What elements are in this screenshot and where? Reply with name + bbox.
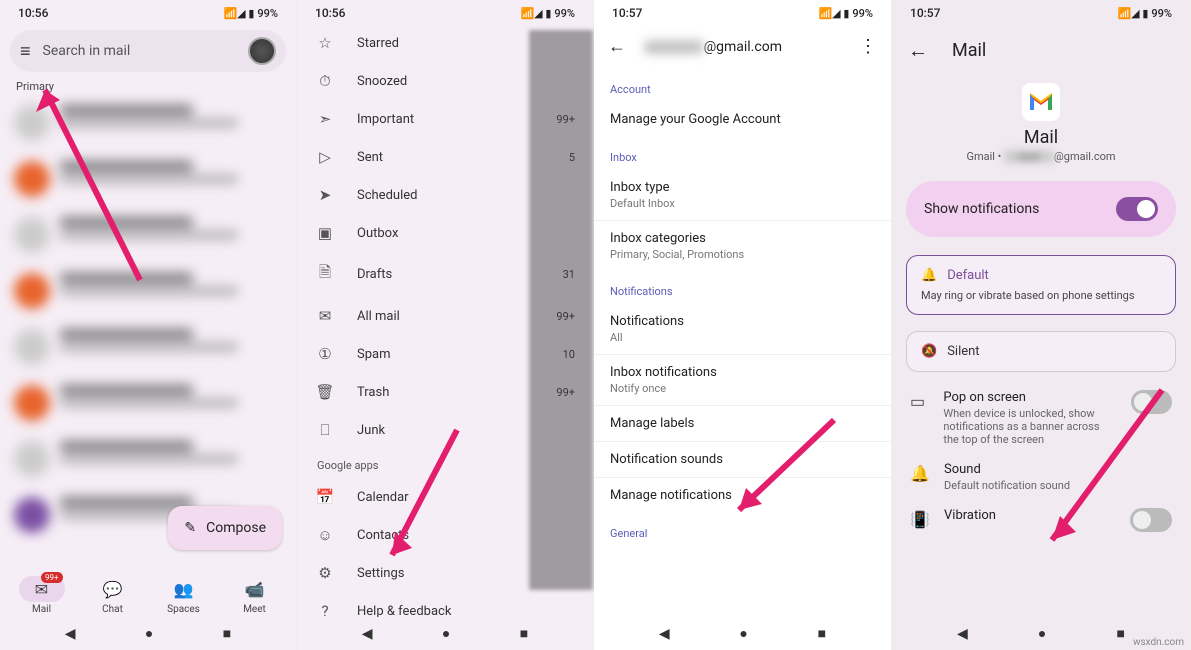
nav-back-icon[interactable]: ◀ xyxy=(659,626,670,642)
status-bar: 10:56 📶◢ ▮99% xyxy=(0,0,296,24)
annotation-arrow xyxy=(724,410,844,530)
drawer-scrim xyxy=(529,30,593,590)
mail-list[interactable] xyxy=(0,95,296,572)
gear-icon: ⚙ xyxy=(315,564,335,582)
card-default[interactable]: 🔔Default May ring or vibrate based on ph… xyxy=(906,255,1176,315)
important-icon: ➣ xyxy=(315,110,335,128)
annotation-arrow xyxy=(377,420,467,580)
section-notifications: Notifications xyxy=(594,271,891,304)
allmail-icon: ✉ xyxy=(315,307,335,325)
scheduled-icon: ➤ xyxy=(315,186,335,204)
calendar-icon: 📅 xyxy=(315,488,335,506)
bottom-nav: ✉99+ Mail 💬Chat 👥Spaces 📹Meet xyxy=(0,572,296,617)
tab-mail[interactable]: ✉99+ Mail xyxy=(19,576,65,615)
nav-recent-icon[interactable]: ■ xyxy=(1116,625,1124,642)
hamburger-icon[interactable]: ≡ xyxy=(20,41,31,62)
sent-icon: ▷ xyxy=(315,148,335,166)
vibration-icon: 📳 xyxy=(910,510,930,529)
nav-recent-icon[interactable]: ■ xyxy=(520,625,528,642)
outbox-icon: ▣ xyxy=(315,224,335,242)
clock-icon: ⏱ xyxy=(315,72,335,90)
android-nav: ◀ ● ■ xyxy=(594,617,891,650)
card-silent[interactable]: 🔕Silent xyxy=(906,331,1176,372)
nav-back-icon[interactable]: ◀ xyxy=(65,626,76,642)
nav-home-icon[interactable]: ● xyxy=(739,625,747,642)
back-arrow-icon[interactable]: ← xyxy=(908,38,928,63)
trash-icon: 🗑 xyxy=(315,383,335,401)
email-domain: @gmail.com xyxy=(704,39,782,55)
nav-home-icon[interactable]: ● xyxy=(1038,625,1046,642)
nav-back-icon[interactable]: ◀ xyxy=(362,626,373,642)
row-inbox-type[interactable]: Inbox typeDefault Inbox xyxy=(594,170,891,220)
star-icon: ☆ xyxy=(315,34,335,52)
android-nav: ◀ ● ■ xyxy=(297,617,593,650)
row-inbox-categories[interactable]: Inbox categoriesPrimary, Social, Promoti… xyxy=(594,220,891,271)
nav-home-icon[interactable]: ● xyxy=(442,625,450,642)
section-account: Account xyxy=(594,69,891,102)
notif-header: ← Mail xyxy=(892,24,1190,77)
android-nav: ◀ ● ■ xyxy=(0,617,296,650)
tab-chat[interactable]: 💬Chat xyxy=(90,576,136,615)
status-bar: 10:57 📶◢ ▮99% xyxy=(892,0,1190,24)
email-redacted: xxxxxxxx xyxy=(644,39,704,55)
nav-back-icon[interactable]: ◀ xyxy=(957,626,968,642)
nav-recent-icon[interactable]: ■ xyxy=(818,625,826,642)
drafts-icon: 🗎 xyxy=(315,262,335,287)
contacts-icon: ☺ xyxy=(315,526,335,544)
back-arrow-icon[interactable]: ← xyxy=(608,36,626,57)
row-show-notifications[interactable]: Show notifications xyxy=(906,181,1176,237)
nav-recent-icon[interactable]: ■ xyxy=(223,625,231,642)
status-bar: 10:56 📶◢ ▮99% xyxy=(297,0,593,24)
compose-button[interactable]: ✎ Compose xyxy=(168,506,282,550)
tab-spaces[interactable]: 👥Spaces xyxy=(161,576,207,615)
bell-icon: 🔔 xyxy=(910,464,930,483)
avatar[interactable] xyxy=(248,37,276,65)
watermark: wsxdn.com xyxy=(1133,637,1184,648)
search-placeholder: Search in mail xyxy=(43,43,131,59)
label-icon: ⎕ xyxy=(315,421,335,439)
toggle-show-notifications[interactable] xyxy=(1116,197,1158,221)
status-bar: 10:57 📶◢ ▮99% xyxy=(594,0,891,24)
pencil-icon: ✎ xyxy=(184,520,196,536)
tab-meet[interactable]: 📹Meet xyxy=(232,576,278,615)
search-bar[interactable]: ≡ Search in mail xyxy=(10,30,286,72)
bell-off-icon: 🔕 xyxy=(921,344,937,359)
row-inbox-notifications[interactable]: Inbox notificationsNotify once xyxy=(594,354,891,405)
primary-label: Primary xyxy=(0,78,296,95)
popup-icon: ▭ xyxy=(910,392,929,411)
bell-ring-icon: 🔔 xyxy=(921,268,937,283)
section-inbox: Inbox xyxy=(594,137,891,170)
row-manage-account[interactable]: Manage your Google Account xyxy=(594,102,891,137)
annotation-arrow xyxy=(1032,380,1172,560)
row-notifications[interactable]: NotificationsAll xyxy=(594,304,891,354)
nav-home-icon[interactable]: ● xyxy=(145,625,153,642)
gmail-logo-icon xyxy=(1022,83,1060,121)
app-info: Mail Gmail • xxxx@gmail.com xyxy=(892,77,1190,173)
help-icon: ? xyxy=(315,602,335,617)
more-icon[interactable]: ⋮ xyxy=(859,36,877,57)
drawer-item-help[interactable]: ?Help & feedback xyxy=(297,592,593,617)
settings-header: ← xxxxxxxx @gmail.com ⋮ xyxy=(594,24,891,69)
spam-icon: ① xyxy=(315,345,335,363)
